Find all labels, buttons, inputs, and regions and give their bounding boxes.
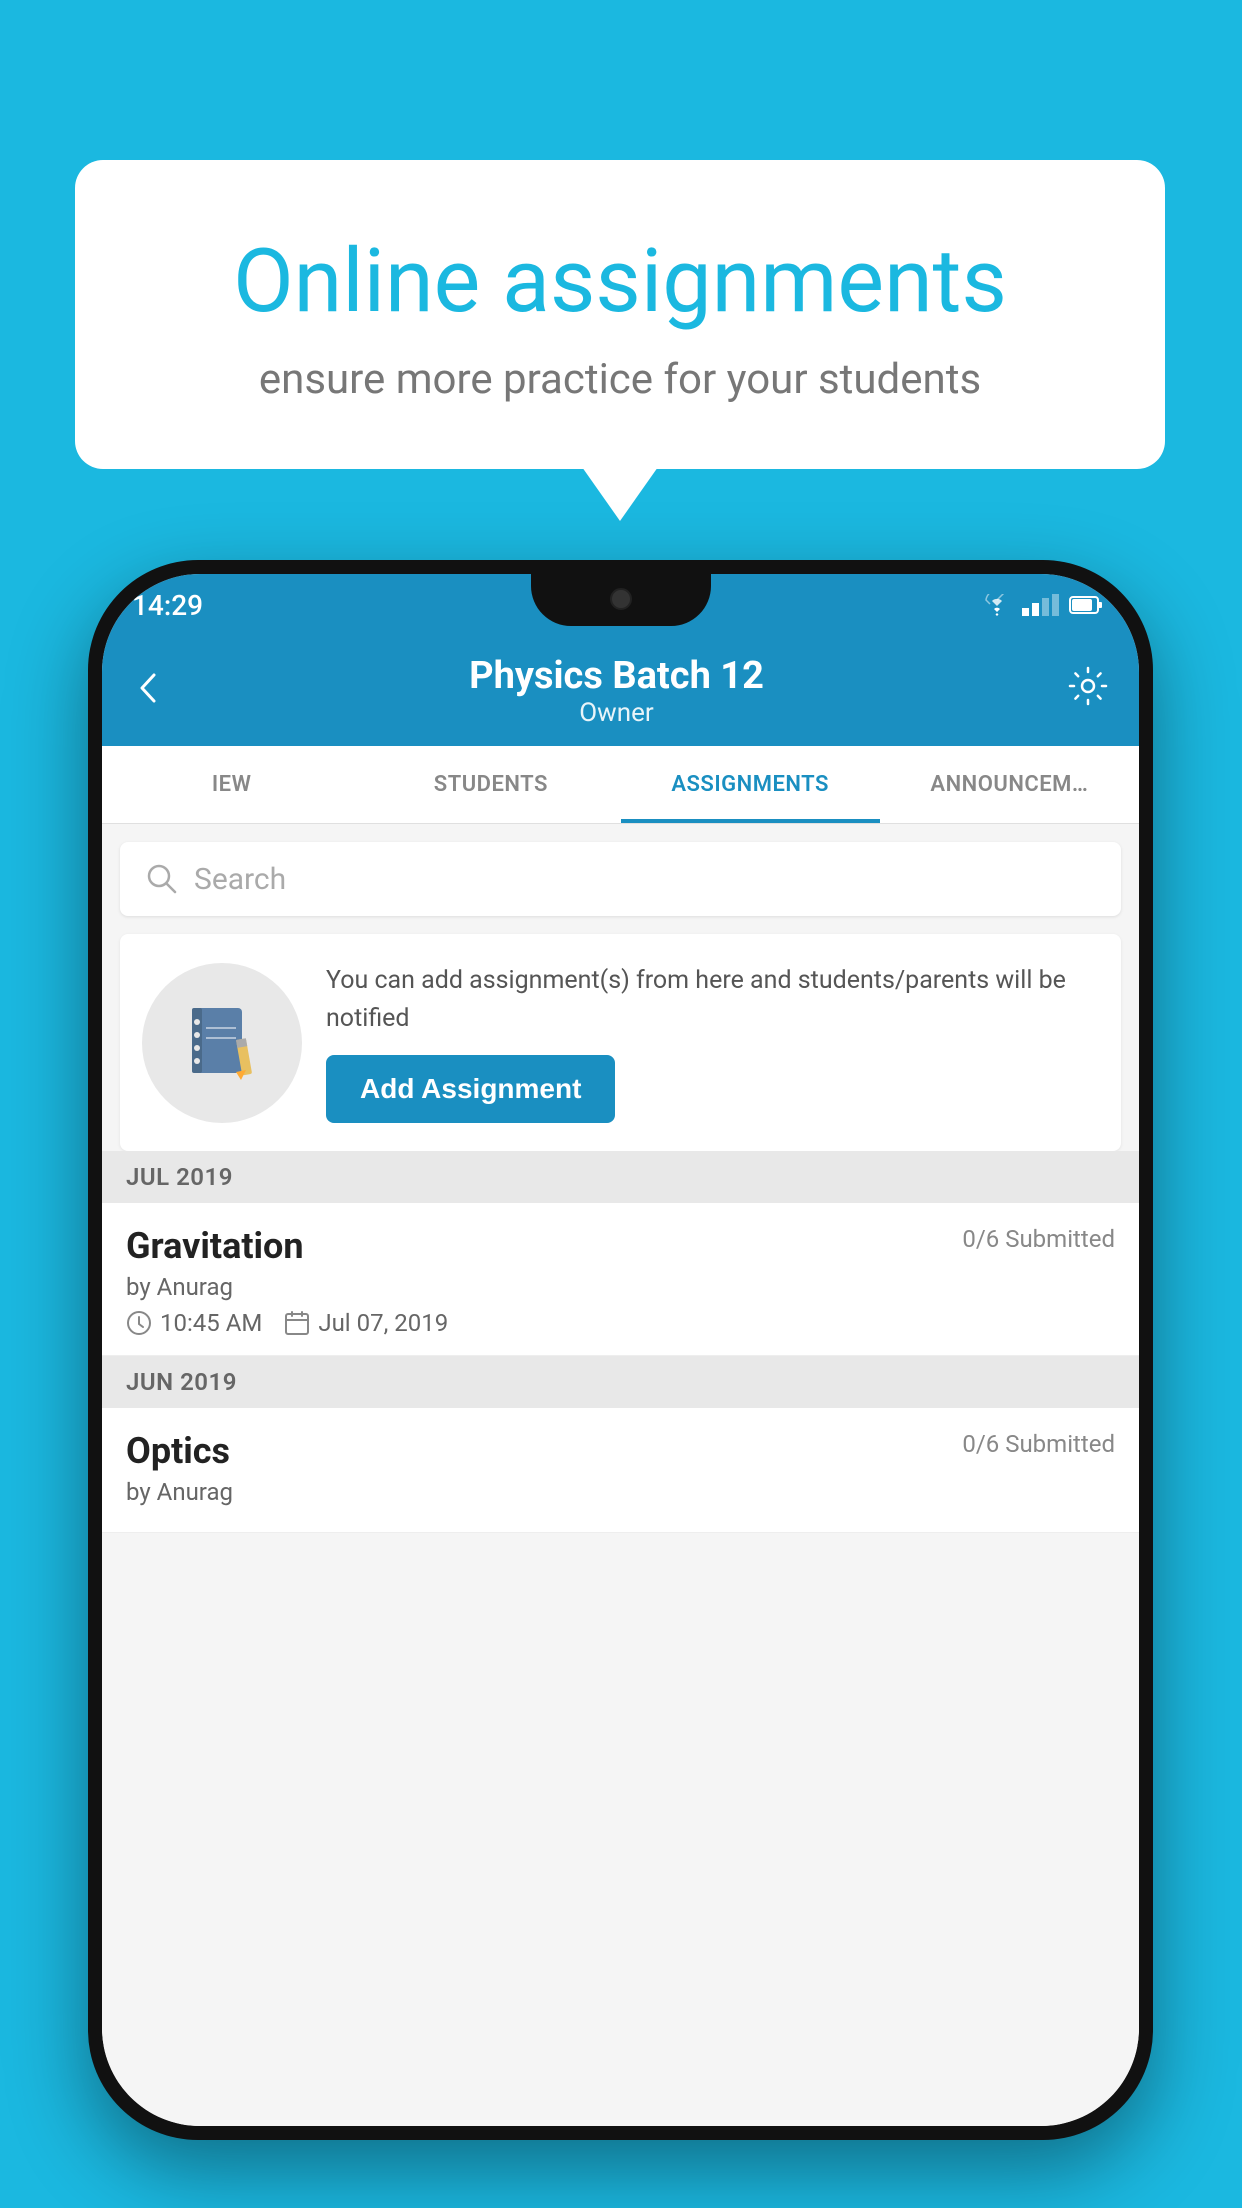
assignment-row-top: Gravitation 0/6 Submitted (126, 1225, 1115, 1267)
assignment-item-gravitation[interactable]: Gravitation 0/6 Submitted by Anurag 10:4… (102, 1203, 1139, 1356)
clock-icon (126, 1310, 152, 1336)
status-icons (982, 594, 1103, 616)
bubble-title: Online assignments (155, 230, 1085, 333)
add-assignment-button[interactable]: Add Assignment (326, 1055, 615, 1123)
settings-icon[interactable] (1067, 665, 1109, 718)
bubble-subtitle: ensure more practice for your students (155, 355, 1085, 404)
tab-assignments[interactable]: ASSIGNMENTS (621, 746, 880, 823)
phone-frame: 14:29 (88, 560, 1153, 2140)
tab-iew[interactable]: IEW (102, 746, 361, 823)
app-header: Physics Batch 12 Owner (102, 636, 1139, 746)
add-assignment-description: You can add assignment(s) from here and … (326, 962, 1093, 1037)
speech-bubble-container: Online assignments ensure more practice … (75, 160, 1165, 469)
assignment-date: Jul 07, 2019 (284, 1309, 448, 1337)
add-assignment-card: You can add assignment(s) from here and … (120, 934, 1121, 1151)
add-assignment-content: You can add assignment(s) from here and … (326, 962, 1093, 1123)
notebook-icon (180, 1000, 265, 1085)
assignment-author-2: by Anurag (126, 1478, 1115, 1506)
content-area: Search (102, 824, 1139, 2126)
header-subtitle: Owner (469, 698, 764, 728)
assignment-author: by Anurag (126, 1273, 1115, 1301)
section-header-jun: JUN 2019 (102, 1356, 1139, 1408)
tabs-bar: IEW STUDENTS ASSIGNMENTS ANNOUNCEM… (102, 746, 1139, 824)
assignment-submitted-2: 0/6 Submitted (962, 1430, 1115, 1458)
assignment-time: 10:45 AM (126, 1309, 262, 1337)
speech-bubble: Online assignments ensure more practice … (75, 160, 1165, 469)
assignment-row-top-2: Optics 0/6 Submitted (126, 1430, 1115, 1472)
phone-screen: 14:29 (102, 574, 1139, 2126)
section-header-jul: JUL 2019 (102, 1151, 1139, 1203)
signal-icon (1022, 594, 1059, 616)
front-camera (610, 588, 632, 610)
phone-notch (531, 574, 711, 626)
tab-announcements[interactable]: ANNOUNCEM… (880, 746, 1139, 823)
assignment-name-2: Optics (126, 1430, 230, 1472)
assignment-submitted: 0/6 Submitted (962, 1225, 1115, 1253)
assignment-item-optics[interactable]: Optics 0/6 Submitted by Anurag (102, 1408, 1139, 1533)
assignment-name: Gravitation (126, 1225, 304, 1267)
status-time: 14:29 (132, 589, 203, 622)
wifi-icon (982, 594, 1012, 616)
search-placeholder: Search (194, 862, 286, 897)
assignment-icon-circle (142, 963, 302, 1123)
header-title-area: Physics Batch 12 Owner (469, 654, 764, 728)
phone-container: 14:29 (88, 560, 1153, 2140)
assignment-meta: 10:45 AM Jul 07, 2019 (126, 1309, 1115, 1337)
header-title: Physics Batch 12 (469, 654, 764, 698)
search-bar[interactable]: Search (120, 842, 1121, 916)
battery-icon (1069, 595, 1103, 615)
tab-students[interactable]: STUDENTS (361, 746, 620, 823)
calendar-icon (284, 1310, 310, 1336)
search-icon (144, 861, 180, 897)
back-button[interactable] (132, 667, 166, 716)
